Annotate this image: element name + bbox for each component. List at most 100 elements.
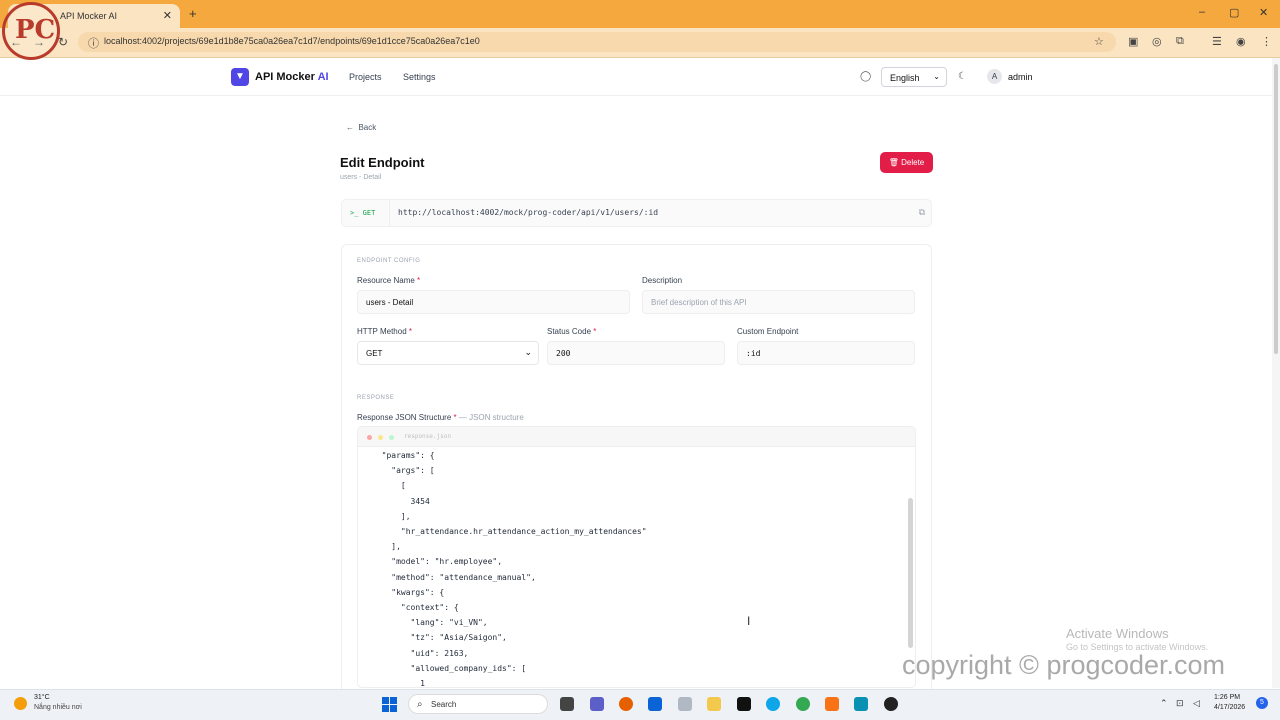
yellow-dot-icon	[378, 435, 383, 440]
store-icon[interactable]	[648, 697, 662, 711]
tab-title: API Mocker AI	[60, 11, 118, 21]
code-line: "uid": 2163,	[372, 648, 469, 658]
status-code-input[interactable]: 200	[547, 341, 725, 365]
page-subtitle: users - Detail	[340, 174, 382, 181]
minimize-icon[interactable]: –	[1199, 6, 1205, 18]
resource-name-label: Resource Name *	[357, 276, 421, 285]
divider	[389, 200, 390, 226]
terminal-icon[interactable]	[737, 697, 751, 711]
method-badge: >_ GET	[350, 209, 376, 217]
http-method-label: HTTP Method *	[357, 327, 413, 336]
code-line: ],	[372, 511, 411, 521]
red-dot-icon	[367, 435, 372, 440]
browser-menu-icon[interactable]: ⋮	[1261, 35, 1272, 48]
response-json-label: Response JSON Structure * — JSON structu…	[357, 413, 524, 422]
code-line: "context": {	[372, 603, 459, 612]
chrome-icon[interactable]	[796, 697, 810, 711]
theme-toggle-icon[interactable]: ☾	[958, 71, 967, 82]
app-icon[interactable]	[884, 697, 898, 711]
code-line: "method": "attendance_manual",	[372, 572, 536, 582]
http-method-value: GET	[366, 349, 383, 358]
user-name[interactable]: admin	[1008, 72, 1033, 82]
code-line: 1	[372, 679, 425, 688]
json-editor[interactable]: response.json "params": { "args": [ [ 34…	[357, 426, 916, 688]
tab-search-icon[interactable]: ☰	[1212, 35, 1222, 48]
language-value: English	[890, 73, 920, 83]
nav-settings[interactable]: Settings	[403, 72, 436, 82]
notification-badge[interactable]: 5	[1256, 697, 1268, 709]
section-title-config: ENDPOINT CONFIG	[357, 258, 421, 264]
taskbar-date[interactable]: 4/17/2026	[1214, 704, 1245, 711]
resource-name-input[interactable]: users - Detail	[357, 290, 630, 314]
bookmark-star-icon[interactable]: ☆	[1094, 35, 1104, 48]
status-code-label: Status Code *	[547, 327, 597, 336]
file-explorer-icon[interactable]	[707, 697, 721, 711]
chevron-down-icon: ⌄	[524, 347, 532, 357]
extensions-puzzle-icon[interactable]: ⧉	[1176, 35, 1184, 48]
reload-icon[interactable]: ↻	[58, 35, 68, 49]
network-icon[interactable]: ⊡	[1176, 698, 1184, 709]
notepad-icon[interactable]	[854, 697, 868, 711]
app-icon[interactable]	[678, 697, 692, 711]
code-line: "args": [	[372, 466, 435, 476]
copyright-watermark: copyright © progcoder.com	[902, 650, 1226, 680]
taskbar-search[interactable]: ⌕ Search	[408, 694, 548, 714]
avatar[interactable]: A	[987, 69, 1002, 84]
text-cursor-icon: I	[747, 614, 751, 628]
editor-scrollbar[interactable]	[908, 498, 913, 648]
activate-windows-title: Activate Windows	[1066, 626, 1169, 641]
page-title: Edit Endpoint	[340, 155, 425, 170]
weather-description[interactable]: Nắng nhiều nơi	[34, 704, 82, 711]
new-tab-icon[interactable]: +	[189, 6, 197, 21]
endpoint-url-bar: >_ GET http://localhost:4002/mock/prog-c…	[341, 199, 932, 227]
description-input[interactable]: Brief description of this API	[642, 290, 915, 314]
app-logo-icon[interactable]: ▼	[231, 68, 249, 86]
description-label: Description	[642, 276, 683, 285]
windows-start-icon[interactable]	[382, 697, 397, 712]
weather-temperature[interactable]: 31°C	[34, 694, 50, 701]
profile-icon[interactable]: ◉	[1236, 35, 1246, 48]
code-line: "hr_attendance.hr_attendance_action_my_a…	[372, 527, 647, 536]
maximize-icon[interactable]: ▢	[1229, 6, 1239, 19]
window-close-icon[interactable]: ✕	[1259, 6, 1268, 19]
code-line: "model": "hr.employee",	[372, 557, 503, 567]
tray-chevron-up-icon[interactable]: ⌃	[1160, 698, 1168, 709]
postman-icon[interactable]	[825, 697, 839, 711]
edge-icon[interactable]	[766, 697, 780, 711]
code-line: "allowed_company_ids": [	[372, 663, 527, 673]
extension-icon[interactable]: ◎	[1152, 35, 1162, 48]
code-line: 3454	[372, 496, 430, 506]
nav-projects[interactable]: Projects	[349, 72, 382, 82]
search-icon: ⌕	[417, 699, 423, 710]
http-method-select[interactable]: GET ⌄	[357, 341, 539, 365]
custom-endpoint-input[interactable]: :id	[737, 341, 915, 365]
weather-sun-icon[interactable]	[14, 697, 27, 710]
language-select[interactable]: English ⌄	[881, 67, 947, 87]
back-link[interactable]: ← Back	[346, 123, 376, 132]
code-line: "params": {	[372, 451, 435, 460]
taskbar-time[interactable]: 1:26 PM	[1214, 694, 1240, 701]
task-view-icon[interactable]	[560, 697, 574, 711]
teams-icon[interactable]	[590, 697, 604, 711]
site-info-icon[interactable]: ⓘ	[88, 35, 99, 51]
editor-filename: response.json	[404, 433, 451, 440]
firefox-icon[interactable]	[619, 697, 633, 711]
tab-close-icon[interactable]: ✕	[163, 9, 172, 22]
page-scrollbar[interactable]	[1272, 58, 1280, 688]
page-scrollbar-thumb[interactable]	[1274, 64, 1278, 354]
copy-icon[interactable]: ⧉	[919, 207, 925, 218]
arrow-left-icon: ←	[346, 123, 354, 132]
app-name[interactable]: API Mocker AI	[255, 71, 329, 83]
endpoint-full-url: http://localhost:4002/mock/prog-coder/ap…	[398, 208, 659, 217]
trash-icon: 🗑	[888, 158, 899, 167]
extension-icon[interactable]: ▣	[1128, 35, 1138, 48]
app-header	[0, 58, 1272, 96]
editor-titlebar: response.json	[358, 427, 915, 447]
github-icon[interactable]: ◯	[860, 71, 871, 82]
code-line: "lang": "vi_VN",	[372, 618, 488, 628]
code-line: "kwargs": {	[372, 587, 445, 597]
code-line: [	[372, 481, 406, 491]
delete-button[interactable]: 🗑 Delete	[880, 152, 933, 173]
volume-icon[interactable]: ◁	[1193, 698, 1200, 709]
address-url: localhost:4002/projects/69e1d1b8e75ca0a2…	[104, 36, 480, 46]
